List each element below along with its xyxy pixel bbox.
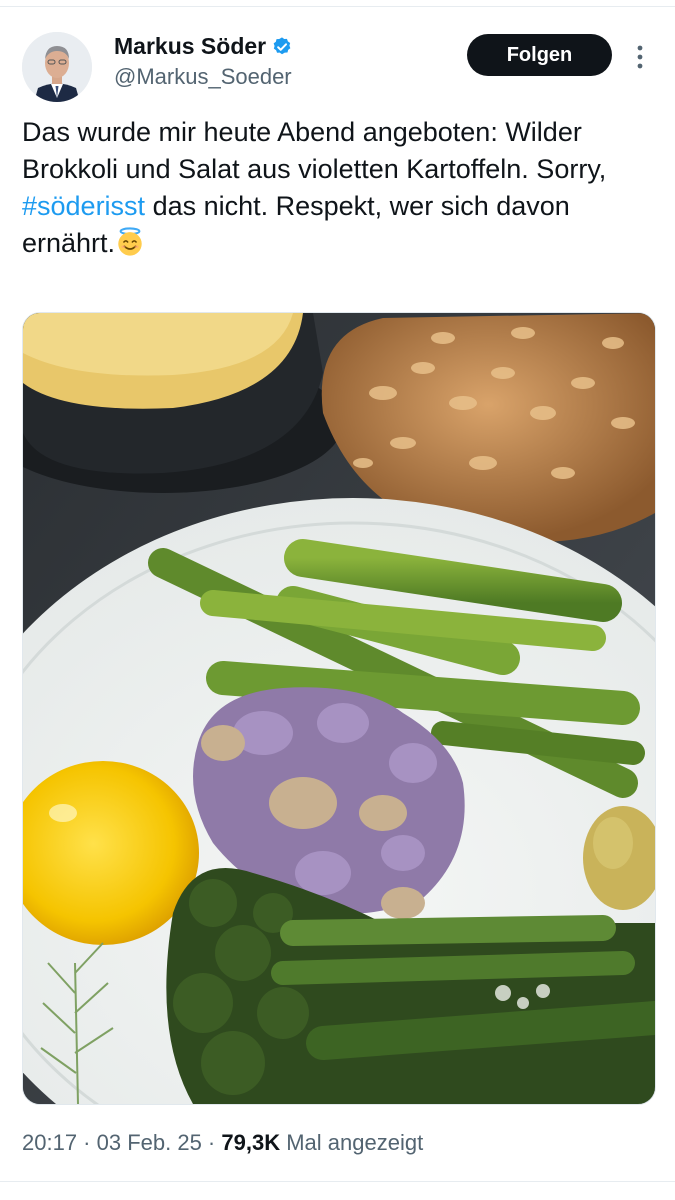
verified-badge-icon bbox=[273, 37, 291, 55]
bottom-divider bbox=[0, 1181, 675, 1182]
tweet-date[interactable]: 03 Feb. 25 bbox=[97, 1130, 202, 1155]
more-options-icon[interactable] bbox=[630, 42, 650, 72]
display-name[interactable]: Markus Söder bbox=[114, 33, 266, 59]
tweet-text-part: Das wurde mir heute Abend angeboten: Wil… bbox=[22, 117, 614, 184]
angel-emoji-icon bbox=[118, 227, 142, 256]
avatar[interactable] bbox=[22, 32, 92, 102]
view-count-label: Mal angezeigt bbox=[280, 1130, 424, 1155]
tweet-header: Markus Söder @Markus_Soeder Folgen bbox=[22, 30, 653, 102]
handle[interactable]: @Markus_Soeder bbox=[114, 62, 293, 92]
tweet-text: Das wurde mir heute Abend angeboten: Wil… bbox=[22, 114, 653, 262]
top-divider bbox=[0, 6, 675, 7]
tweet-time[interactable]: 20:17 bbox=[22, 1130, 77, 1155]
follow-button[interactable]: Folgen bbox=[467, 34, 612, 76]
meta-separator: · bbox=[77, 1130, 97, 1155]
meta-separator: · bbox=[201, 1130, 222, 1155]
food-plate-photo bbox=[23, 313, 655, 1104]
hashtag-link[interactable]: #söderisst bbox=[22, 191, 145, 221]
tweet-meta: 20:17 · 03 Feb. 25 · 79,3K Mal angezeigt bbox=[22, 1128, 423, 1158]
tweet-photo[interactable] bbox=[22, 312, 656, 1105]
view-count[interactable]: 79,3K bbox=[221, 1130, 280, 1155]
